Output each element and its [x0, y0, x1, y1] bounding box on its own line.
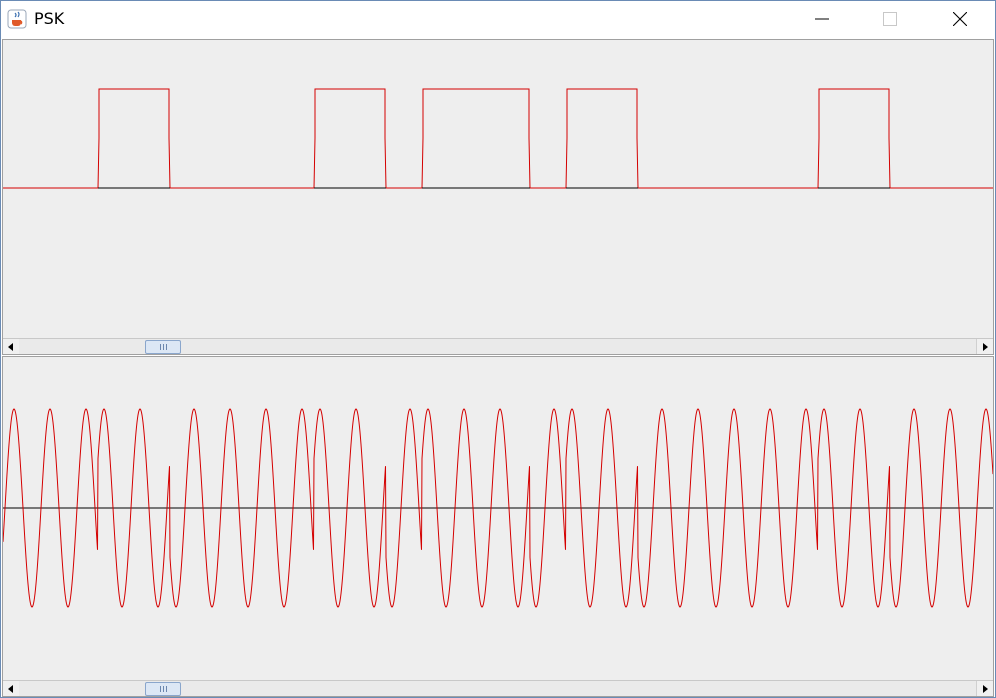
horizontal-scrollbar-bottom[interactable] [3, 680, 993, 696]
digital-signal-panel [2, 39, 994, 355]
scrollbar-thumb[interactable] [145, 340, 181, 354]
scrollbar-track[interactable] [19, 339, 977, 354]
arrow-left-icon [8, 684, 13, 693]
close-button[interactable] [937, 1, 983, 37]
pulse-4 [565, 88, 639, 189]
maximize-icon [883, 12, 897, 26]
minimize-button[interactable] [799, 1, 845, 37]
arrow-left-icon [8, 342, 13, 351]
app-window: PSK [0, 0, 996, 698]
psk-signal-panel [2, 356, 994, 697]
psk-waveform-plot [3, 408, 993, 608]
horizontal-scrollbar-top[interactable] [3, 338, 993, 354]
maximize-button[interactable] [867, 1, 913, 37]
pulse-5 [817, 88, 891, 189]
scroll-right-button[interactable] [976, 339, 993, 354]
scroll-right-button[interactable] [976, 681, 993, 696]
pulse-3 [421, 88, 531, 189]
scrollbar-track[interactable] [19, 681, 977, 696]
arrow-right-icon [983, 342, 988, 351]
arrow-right-icon [983, 684, 988, 693]
close-icon [953, 12, 967, 26]
pulse-2 [313, 88, 387, 189]
scroll-left-button[interactable] [3, 339, 20, 354]
scrollbar-thumb[interactable] [145, 682, 181, 696]
scroll-left-button[interactable] [3, 681, 20, 696]
digital-signal-plot [3, 88, 993, 189]
java-cup-icon [7, 9, 27, 29]
window-title: PSK [34, 9, 65, 28]
title-bar[interactable]: PSK [1, 1, 995, 37]
minimize-icon [815, 18, 829, 20]
pulse-1 [97, 88, 171, 189]
